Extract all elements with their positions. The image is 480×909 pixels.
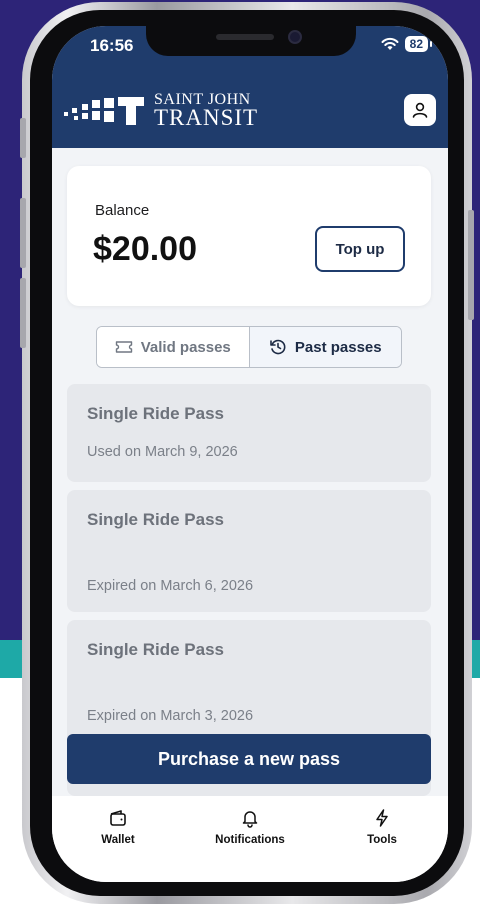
pass-title: Single Ride Pass [87,404,224,423]
balance-card: Balance $20.00 Top up [67,166,431,306]
pass-title: Single Ride Pass [87,510,224,529]
logo-line-2: TRANSIT [154,105,259,131]
tab-past-passes-label: Past passes [294,338,382,356]
pass-filter-tabs: Valid passes Past passes [96,326,402,368]
app-screen: 16:56 82 SAINT JOHN TRANSIT Balance $20.… [52,26,448,882]
nav-tools-label: Tools [367,834,397,846]
nav-tools[interactable]: Tools [327,808,437,882]
speaker-grille [216,34,274,40]
balance-amount: $20.00 [93,230,197,268]
phone-notch [146,26,356,56]
ticket-icon [115,341,132,353]
pass-card[interactable]: Single Ride Pass Used on March 9, 2026 [67,384,431,482]
lightning-icon [376,809,388,827]
phone-power-button [468,210,474,320]
nav-notifications-label: Notifications [215,834,285,846]
pass-status: Used on March 9, 2026 [87,444,238,460]
profile-button[interactable] [404,94,436,126]
tab-valid-passes-label: Valid passes [140,338,231,356]
nav-wallet[interactable]: Wallet [63,808,173,882]
bell-icon [242,811,258,828]
status-indicators: 82 [381,36,433,52]
wallet-icon [110,810,126,826]
phone-volume-down [20,278,26,348]
saint-john-transit-logo: SAINT JOHN TRANSIT [64,91,259,131]
history-icon [270,339,286,355]
bottom-navigation: Wallet Notifications Tools [52,796,448,882]
nav-wallet-label: Wallet [101,834,135,846]
front-camera [288,30,302,44]
tab-valid-passes[interactable]: Valid passes [97,327,249,367]
pass-title: Single Ride Pass [87,640,224,659]
phone-mute-switch [20,118,26,158]
logo-mark-icon [64,96,144,125]
tab-past-passes[interactable]: Past passes [248,327,401,367]
top-up-button[interactable]: Top up [315,226,405,272]
status-time: 16:56 [90,36,134,55]
wifi-icon [381,37,399,50]
pass-card[interactable]: Single Ride Pass Expired on March 6, 202… [67,490,431,612]
phone-volume-up [20,198,26,268]
purchase-new-pass-button[interactable]: Purchase a new pass [67,734,431,784]
pass-status: Expired on March 6, 2026 [87,578,254,594]
pass-status: Expired on March 3, 2026 [87,708,254,724]
balance-label: Balance [95,202,150,219]
nav-notifications[interactable]: Notifications [195,808,305,882]
user-icon [412,102,428,118]
battery-icon: 82 [404,36,433,52]
